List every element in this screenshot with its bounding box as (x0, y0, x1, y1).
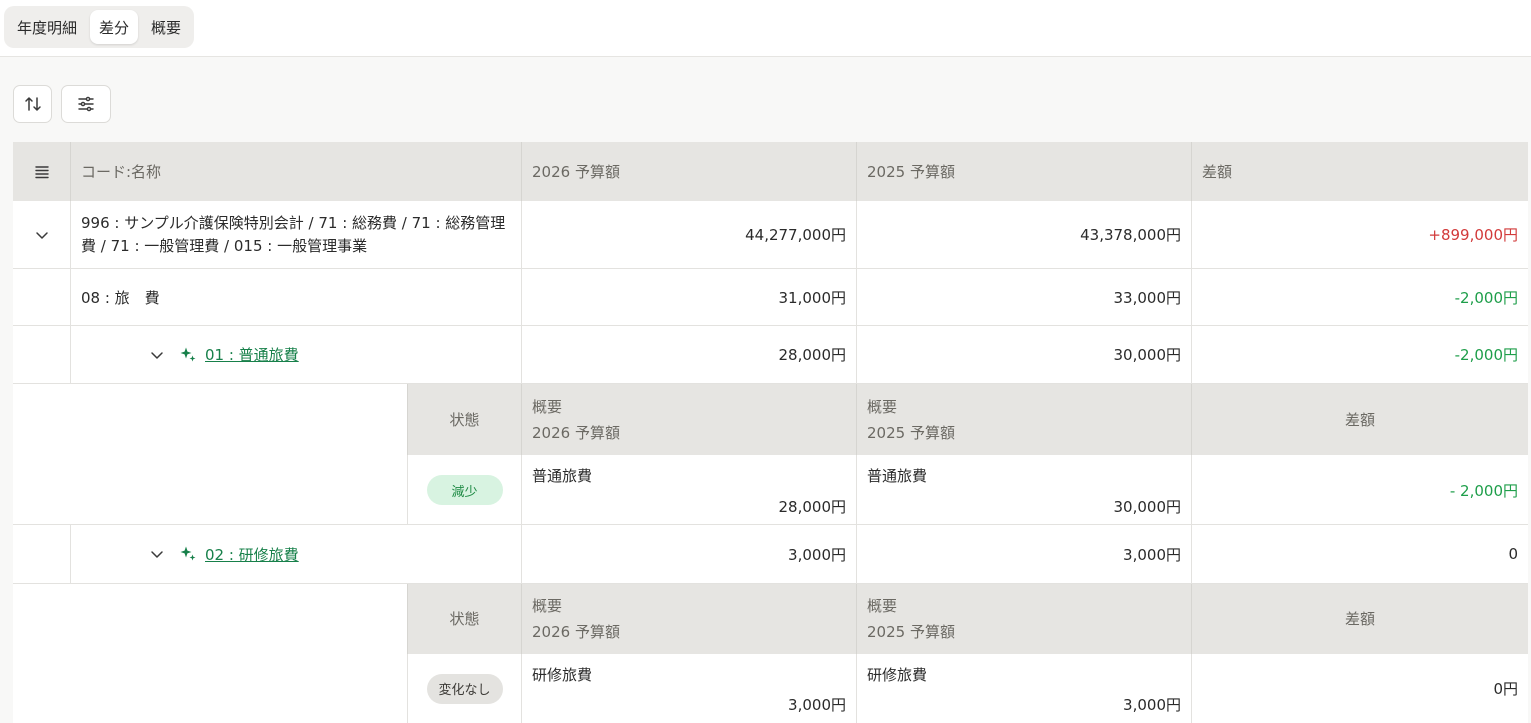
detail-header-budget-2026: 2026 予算額 (532, 423, 620, 442)
sort-arrows-icon (24, 95, 42, 113)
row-spacer (13, 525, 70, 583)
row-diff: -2,000円 (1191, 269, 1528, 325)
detail-header-summary: 概要 (532, 597, 563, 615)
table-header: コード:名称 2026 予算額 2025 予算額 差額 (13, 142, 1528, 201)
detail-2025: 研修旅費 3,000円 (856, 654, 1191, 723)
row-budget-2025: 43,378,000円 (856, 201, 1191, 268)
detail-diff: - 2,000円 (1191, 455, 1528, 525)
detail-name-2025: 普通旅費 (867, 467, 928, 485)
row-name-link[interactable]: 01 : 普通旅費 (205, 344, 299, 365)
column-toggle[interactable] (13, 142, 70, 201)
status-badge: 減少 (426, 475, 503, 505)
detail-header-2026: 概要 2026 予算額 (521, 584, 856, 654)
detail-amount-2026: 28,000円 (778, 498, 847, 516)
detail-name-2025: 研修旅費 (867, 666, 928, 684)
row-name-link[interactable]: 02 : 研修旅費 (205, 544, 299, 565)
row-spacer (13, 269, 70, 325)
detail-2026: 研修旅費 3,000円 (521, 654, 856, 723)
detail-amount-2026: 3,000円 (788, 696, 846, 714)
sparkle-icon (179, 545, 197, 563)
row-budget-2025: 33,000円 (856, 269, 1191, 325)
detail-status-cell: 変化なし (407, 654, 521, 723)
detail-diff: 0円 (1191, 654, 1528, 723)
header-diff: 差額 (1191, 142, 1528, 201)
row-budget-2026: 28,000円 (521, 326, 856, 383)
detail-header-summary: 概要 (867, 597, 898, 615)
row-diff: 0 (1191, 525, 1528, 583)
detail-header-budget-2026: 2026 予算額 (532, 623, 620, 641)
header-code-name: コード:名称 (70, 142, 521, 201)
expand-toggle[interactable] (13, 201, 70, 268)
row-budget-2026: 44,277,000円 (521, 201, 856, 268)
detail-header: 状態 概要 2026 予算額 概要 2025 予算額 差額 (407, 584, 1528, 654)
detail-header-diff: 差額 (1191, 584, 1528, 654)
top-bar: 年度明細 差分 概要 (0, 0, 1531, 57)
table-row: 08 : 旅 費 31,000円 33,000円 -2,000円 (13, 269, 1528, 326)
row-name-cell: 01 : 普通旅費 (70, 326, 521, 383)
detail-header-diff: 差額 (1191, 384, 1528, 455)
detail-header-budget-2025: 2025 予算額 (867, 623, 955, 641)
row-budget-2026: 3,000円 (521, 525, 856, 583)
tab-summary[interactable]: 概要 (142, 10, 190, 44)
table-row: 01 : 普通旅費 28,000円 30,000円 -2,000円 (13, 326, 1528, 384)
detail-header-status: 状態 (407, 584, 521, 654)
detail-2025: 普通旅費 30,000円 (856, 455, 1191, 525)
status-badge: 変化なし (426, 673, 503, 704)
detail-header-2026: 概要 2026 予算額 (521, 384, 856, 455)
filter-button[interactable] (61, 85, 111, 123)
detail-amount-2025: 30,000円 (1113, 498, 1182, 516)
detail-header-summary: 概要 (867, 397, 898, 416)
detail-header-status: 状態 (407, 384, 521, 455)
chevron-down-icon[interactable] (149, 347, 165, 363)
detail-header-summary: 概要 (532, 397, 563, 416)
detail-panel: 状態 概要 2026 予算額 概要 2025 予算額 差額 変化なし 研修旅費 … (13, 584, 1528, 723)
detail-amount-2025: 3,000円 (1123, 696, 1181, 714)
list-icon (34, 164, 50, 180)
sliders-icon (77, 95, 95, 113)
table-row: 996 : サンプル介護保険特別会計 / 71 : 総務費 / 71 : 総務管… (13, 201, 1528, 269)
row-budget-2026: 31,000円 (521, 269, 856, 325)
row-diff: +899,000円 (1191, 201, 1528, 268)
detail-panel: 状態 概要 2026 予算額 概要 2025 予算額 差額 減少 普通旅費 28… (13, 384, 1528, 525)
sort-button[interactable] (13, 85, 52, 123)
chevron-down-icon[interactable] (149, 546, 165, 562)
detail-status-cell: 減少 (407, 455, 521, 525)
detail-row: 減少 普通旅費 28,000円 普通旅費 30,000円 - 2,000円 (407, 455, 1528, 525)
table-row: 02 : 研修旅費 3,000円 3,000円 0 (13, 525, 1528, 584)
row-name: 08 : 旅 費 (70, 269, 521, 325)
row-name-cell: 02 : 研修旅費 (70, 525, 521, 583)
detail-header-2025: 概要 2025 予算額 (856, 384, 1191, 455)
detail-header-budget-2025: 2025 予算額 (867, 423, 955, 442)
row-spacer (13, 326, 70, 383)
tab-diff[interactable]: 差分 (90, 10, 139, 44)
detail-header: 状態 概要 2026 予算額 概要 2025 予算額 差額 (407, 384, 1528, 455)
detail-header-2025: 概要 2025 予算額 (856, 584, 1191, 654)
detail-2026: 普通旅費 28,000円 (521, 455, 856, 525)
row-budget-2025: 3,000円 (856, 525, 1191, 583)
detail-name-2026: 普通旅費 (532, 467, 593, 485)
sparkle-icon (179, 346, 197, 364)
row-budget-2025: 30,000円 (856, 326, 1191, 383)
row-name: 996 : サンプル介護保険特別会計 / 71 : 総務費 / 71 : 総務管… (70, 201, 521, 268)
row-diff: -2,000円 (1191, 326, 1528, 383)
detail-name-2026: 研修旅費 (532, 666, 593, 684)
detail-row: 変化なし 研修旅費 3,000円 研修旅費 3,000円 0円 (407, 654, 1528, 723)
chevron-down-icon (34, 227, 50, 243)
header-budget-2026: 2026 予算額 (521, 142, 856, 201)
header-budget-2025: 2025 予算額 (856, 142, 1191, 201)
tab-yearly-detail[interactable]: 年度明細 (8, 10, 86, 44)
view-tabs: 年度明細 差分 概要 (4, 6, 195, 48)
